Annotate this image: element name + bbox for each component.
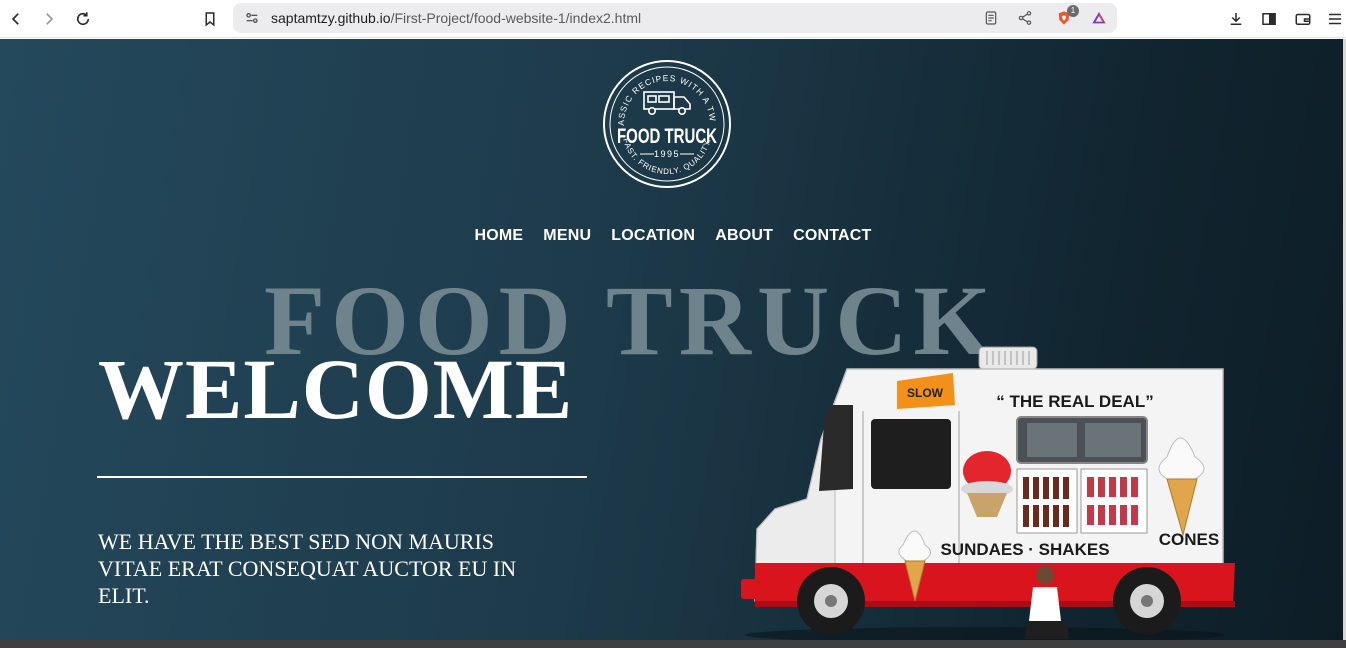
nav-home[interactable]: HOME <box>474 227 523 245</box>
brave-rewards-icon[interactable] <box>1089 8 1109 28</box>
truck-slow-sign: SLOW <box>907 386 944 400</box>
heading-divider <box>97 476 587 478</box>
nav-location[interactable]: LOCATION <box>611 227 695 245</box>
url-host: saptamtzy.github.io <box>271 10 391 26</box>
menu-icon[interactable] <box>1323 7 1346 31</box>
truck-cones-text: CONES <box>1159 530 1219 549</box>
url-text[interactable]: saptamtzy.github.io/First-Project/food-w… <box>271 10 641 26</box>
welcome-heading: WELCOME <box>98 341 574 437</box>
shields-count-badge: 1 <box>1067 5 1079 17</box>
next-section-edge <box>0 640 1346 648</box>
forward-icon[interactable] <box>37 7 61 31</box>
nav-menu[interactable]: MENU <box>543 227 591 245</box>
back-icon[interactable] <box>4 7 28 31</box>
share-icon[interactable] <box>1015 8 1035 28</box>
logo-year: 1995 <box>654 149 680 159</box>
main-nav: HOME MENU LOCATION ABOUT CONTACT <box>0 227 1346 245</box>
bookmark-icon[interactable] <box>198 7 222 31</box>
nav-contact[interactable]: CONTACT <box>793 227 871 245</box>
site-info-icon[interactable] <box>242 8 262 28</box>
reload-icon[interactable] <box>71 7 95 31</box>
food-truck-logo[interactable]: CLASSIC RECIPES WITH A TWIST FAST. FRIEN… <box>602 59 732 189</box>
url-path: /First-Project/food-website-1/index2.htm… <box>390 10 642 26</box>
download-icon[interactable] <box>1224 7 1248 31</box>
truck-side-text: SUNDAES · SHAKES <box>940 540 1109 559</box>
reader-mode-icon[interactable] <box>981 8 1001 28</box>
nav-about[interactable]: ABOUT <box>715 227 773 245</box>
wallet-icon[interactable] <box>1291 7 1315 31</box>
logo-name: FOOD TRUCK <box>617 125 717 148</box>
truck-icon <box>643 91 691 115</box>
browser-toolbar: saptamtzy.github.io/First-Project/food-w… <box>0 0 1346 38</box>
hero-tagline: WE HAVE THE BEST SED NON MAURIS VITAE ER… <box>98 529 517 608</box>
hero-section: CLASSIC RECIPES WITH A TWIST FAST. FRIEN… <box>0 39 1346 640</box>
sidebar-toggle-icon[interactable] <box>1257 7 1281 31</box>
address-bar[interactable]: saptamtzy.github.io/First-Project/food-w… <box>233 3 1117 33</box>
truck-slogan: “ THE REAL DEAL” <box>996 392 1153 411</box>
ice-cream-truck-image: “ THE REAL DEAL” SLOW SUNDAES · SHAKES C <box>741 346 1235 640</box>
